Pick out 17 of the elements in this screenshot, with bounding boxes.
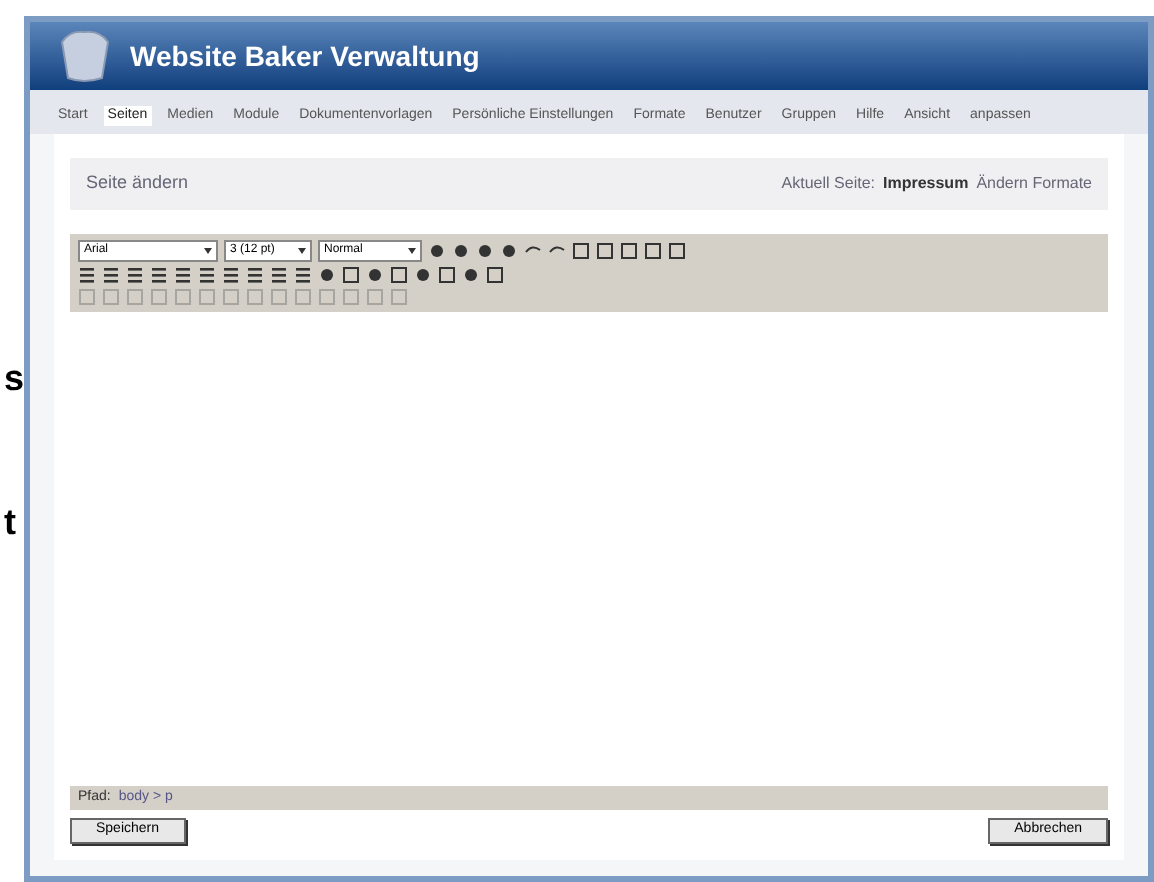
margin-letter: t (4, 500, 16, 546)
align-icon[interactable] (222, 266, 240, 284)
formats-link[interactable]: Ändern Formate (976, 172, 1092, 196)
align-icon[interactable] (270, 266, 288, 284)
page-title: Seite ändern (86, 170, 189, 197)
align-icon[interactable] (246, 266, 264, 284)
current-label: Aktuell Seite: (781, 172, 875, 196)
align-icon[interactable] (174, 266, 192, 284)
align-icon[interactable] (198, 266, 216, 284)
align-icon[interactable] (102, 266, 120, 284)
align-icon[interactable] (150, 266, 168, 284)
window-title: Website Baker Verwaltung (130, 37, 480, 76)
current-page: Impressum (883, 172, 969, 196)
margin-letter: s (4, 356, 25, 402)
align-icon[interactable] (126, 266, 144, 284)
align-icon[interactable] (78, 266, 96, 284)
align-icon[interactable] (294, 266, 312, 284)
